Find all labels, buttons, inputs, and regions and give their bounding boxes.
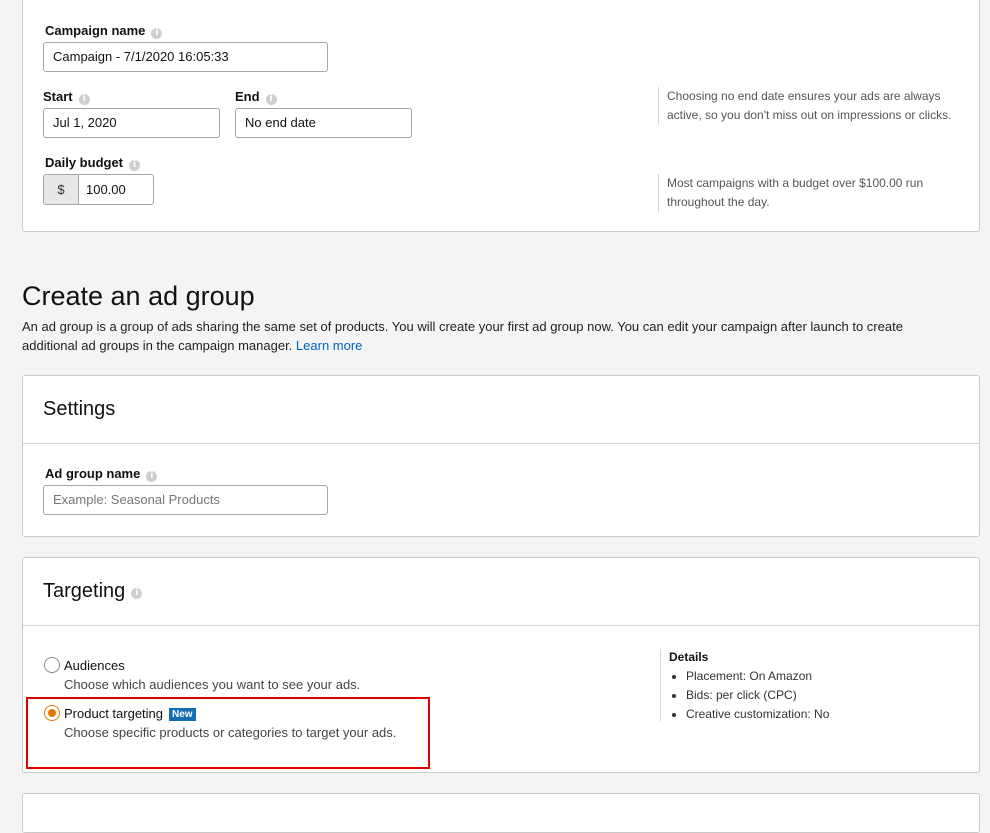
settings-divider bbox=[23, 443, 979, 444]
daily-budget-label: Daily budget i bbox=[45, 155, 141, 171]
info-icon[interactable]: i bbox=[146, 471, 158, 482]
ad-group-name-label: Ad group name i bbox=[45, 466, 158, 482]
audiences-radio[interactable] bbox=[44, 657, 60, 673]
details-item: Bids: per click (CPC) bbox=[686, 686, 929, 705]
end-date-label: End i bbox=[235, 89, 277, 105]
campaign-settings-panel: Campaign name i Campaign - 7/1/2020 16:05… bbox=[22, 0, 980, 232]
settings-panel: Settings Ad group name i Example: Seasona… bbox=[22, 375, 980, 537]
settings-title: Settings bbox=[43, 398, 116, 420]
details-item: Creative customization: No bbox=[686, 705, 929, 724]
start-date-label: Start i bbox=[43, 89, 90, 105]
highlight-box bbox=[26, 697, 430, 769]
details-box: Details Placement: On Amazon Bids: per c… bbox=[660, 649, 929, 721]
info-icon[interactable]: i bbox=[131, 588, 143, 599]
start-date-input[interactable]: Jul 1, 2020 bbox=[43, 108, 220, 138]
info-icon[interactable]: i bbox=[265, 94, 277, 105]
info-icon[interactable]: i bbox=[78, 94, 90, 105]
end-date-input[interactable]: No end date bbox=[235, 108, 412, 138]
audiences-label[interactable]: Audiences bbox=[64, 658, 125, 673]
audiences-description: Choose which audiences you want to see y… bbox=[64, 677, 361, 692]
campaign-name-label: Campaign name i bbox=[45, 23, 163, 39]
daily-budget-input[interactable]: 100.00 bbox=[86, 175, 126, 204]
ad-group-name-input[interactable]: Example: Seasonal Products bbox=[43, 485, 328, 515]
info-icon[interactable]: i bbox=[129, 160, 141, 171]
targeting-title: Targeting i bbox=[43, 580, 143, 603]
budget-hint: Most campaigns with a budget over $100.0… bbox=[658, 174, 957, 212]
details-title: Details bbox=[669, 650, 709, 664]
details-item: Placement: On Amazon bbox=[686, 667, 929, 686]
end-date-hint: Choosing no end date ensures your ads ar… bbox=[658, 87, 967, 125]
currency-prefix: $ bbox=[44, 175, 79, 204]
ad-group-heading: Create an ad group bbox=[22, 281, 255, 311]
learn-more-link[interactable]: Learn more bbox=[296, 338, 362, 353]
targeting-divider bbox=[23, 625, 979, 626]
info-icon[interactable]: i bbox=[151, 28, 163, 39]
next-panel bbox=[22, 793, 980, 833]
daily-budget-field[interactable]: $ 100.00 bbox=[43, 174, 154, 205]
ad-group-description: An ad group is a group of ads sharing th… bbox=[22, 319, 903, 353]
campaign-name-input[interactable]: Campaign - 7/1/2020 16:05:33 bbox=[43, 42, 328, 72]
details-list: Placement: On Amazon Bids: per click (CP… bbox=[669, 667, 929, 724]
